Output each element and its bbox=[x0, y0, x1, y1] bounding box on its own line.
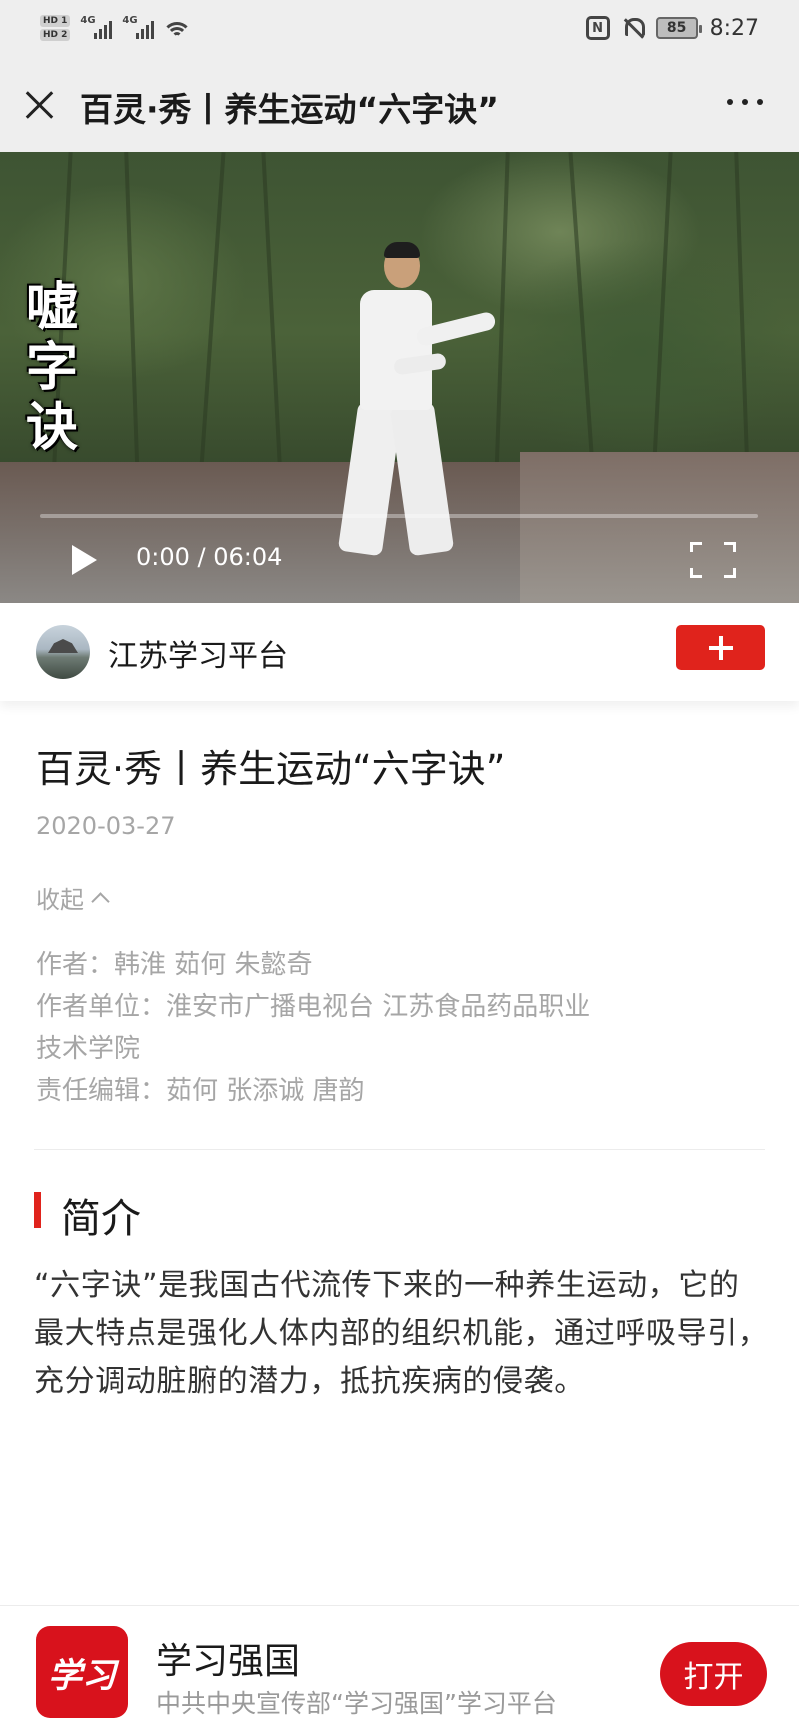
app-description: 中共中央宣传部“学习强国”学习平台 bbox=[156, 1689, 557, 1718]
video-time: 0:00 / 06:04 bbox=[136, 543, 282, 571]
publisher-bar: 江苏学习平台 bbox=[0, 603, 799, 701]
caption-char: 字 bbox=[26, 337, 79, 398]
caption-char: 嘘 bbox=[26, 277, 79, 338]
section-title: 简介 bbox=[61, 1196, 141, 1242]
network-type-1: 4G bbox=[80, 15, 96, 26]
chevron-up-icon bbox=[91, 892, 110, 911]
section-marker bbox=[34, 1192, 41, 1228]
open-app-button[interactable]: 打开 bbox=[660, 1642, 767, 1706]
video-progress-bar[interactable] bbox=[40, 514, 758, 518]
fullscreen-icon[interactable] bbox=[690, 542, 736, 578]
author-units-cont: 技术学院 bbox=[36, 1034, 141, 1064]
nav-bar: 百灵·秀丨养生运动“六字诀” bbox=[0, 55, 799, 152]
follow-button[interactable] bbox=[676, 625, 765, 670]
close-icon[interactable] bbox=[24, 89, 56, 121]
plus-icon bbox=[708, 635, 733, 660]
app-logo-text: 学习 bbox=[48, 1655, 116, 1696]
article-meta: 作者：韩淮 茹何 朱懿奇 作者单位：淮安市广播电视台 江苏食品药品职业 技术学院… bbox=[36, 944, 656, 1112]
collapse-button[interactable]: 收起 bbox=[36, 880, 110, 915]
nfc-icon: N bbox=[585, 16, 610, 40]
status-bar: HD 1 HD 2 4G 4G N 85 8:27 bbox=[0, 0, 799, 55]
app-logo: 学习 bbox=[36, 1626, 128, 1718]
hd-icons: HD 1 HD 2 bbox=[40, 15, 71, 41]
status-right: N 85 8:27 bbox=[585, 12, 759, 44]
wifi-icon bbox=[164, 18, 191, 38]
mute-bell-icon bbox=[622, 16, 645, 40]
intro-text: “六字诀”是我国古代流传下来的一种养生运动，它的最大特点是强化人体内部的组织机能… bbox=[34, 1268, 769, 1399]
play-icon[interactable] bbox=[72, 545, 97, 575]
page-title: 百灵·秀丨养生运动“六字诀” bbox=[80, 90, 499, 129]
duration: 06:04 bbox=[213, 543, 283, 571]
publisher-name[interactable]: 江苏学习平台 bbox=[108, 631, 288, 675]
authors: 作者：韩淮 茹何 朱懿奇 bbox=[36, 950, 313, 980]
app-banner: 学习 学习强国 中共中央宣传部“学习强国”学习平台 打开 bbox=[0, 1605, 799, 1733]
current-time: 0:00 bbox=[136, 543, 190, 571]
video-caption: 嘘 字 诀 bbox=[26, 280, 78, 456]
caption-char: 诀 bbox=[26, 397, 79, 458]
signal-icon: 4G bbox=[80, 15, 113, 39]
app-name: 学习强国 bbox=[156, 1641, 301, 1682]
hd1-icon: HD 1 bbox=[40, 15, 71, 27]
avatar[interactable] bbox=[36, 625, 90, 679]
article-date: 2020-03-27 bbox=[36, 812, 176, 840]
battery-level: 85 bbox=[666, 20, 687, 36]
editors: 责任编辑：茹何 张添诚 唐韵 bbox=[36, 1076, 365, 1106]
clock: 8:27 bbox=[709, 15, 759, 41]
divider bbox=[34, 1149, 765, 1150]
article-title: 百灵·秀丨养生运动“六字诀” bbox=[36, 747, 506, 791]
hd2-icon: HD 2 bbox=[40, 29, 71, 41]
time-separator: / bbox=[189, 543, 214, 571]
status-left: HD 1 HD 2 4G 4G bbox=[40, 10, 191, 46]
battery-icon: 85 bbox=[655, 17, 702, 39]
network-type-2: 4G bbox=[122, 15, 138, 26]
collapse-label: 收起 bbox=[36, 886, 84, 914]
more-icon[interactable] bbox=[727, 99, 763, 105]
video-player[interactable]: 嘘 字 诀 0:00 / 06:04 bbox=[0, 152, 799, 603]
author-units: 作者单位：淮安市广播电视台 江苏食品药品职业 bbox=[36, 992, 591, 1022]
ground-tiles bbox=[520, 452, 799, 603]
signal-icon-2: 4G bbox=[122, 15, 155, 39]
